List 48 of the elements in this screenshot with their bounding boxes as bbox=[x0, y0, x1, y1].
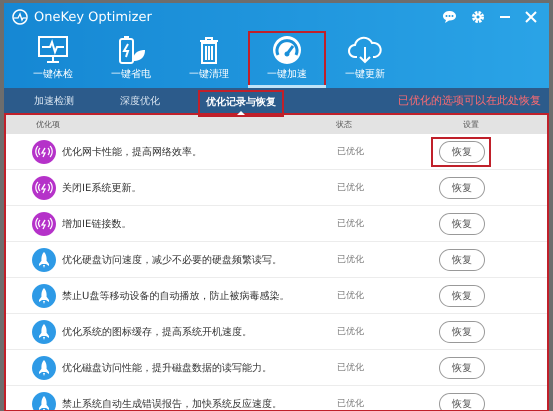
signal-bolt-icon bbox=[32, 212, 56, 236]
signal-bolt-icon bbox=[32, 140, 56, 164]
item-text: 优化磁盘访问性能，提升磁盘数据的读写能力。 bbox=[62, 362, 273, 374]
item-text: 优化系统的图标缓存，提高系统开机速度。 bbox=[62, 326, 253, 338]
status-text: 已优化 bbox=[337, 290, 365, 302]
close-icon[interactable] bbox=[525, 11, 537, 23]
status-text: 已优化 bbox=[337, 398, 365, 410]
restore-button[interactable]: 恢复 bbox=[439, 320, 485, 342]
rocket-icon bbox=[32, 248, 56, 272]
item-text: 优化硬盘访问速度，减少不必要的硬盘频繁读写。 bbox=[62, 254, 283, 266]
status-text: 已优化 bbox=[337, 218, 365, 230]
signal-bolt-icon bbox=[32, 176, 56, 200]
cloud-download-icon bbox=[347, 35, 383, 65]
rocket-icon bbox=[32, 320, 56, 344]
status-text: 已优化 bbox=[337, 326, 365, 338]
restore-button[interactable]: 恢复 bbox=[439, 392, 485, 410]
status-text: 已优化 bbox=[337, 254, 365, 266]
item-text: 增加IE链接数。 bbox=[62, 218, 132, 230]
restore-button[interactable]: 恢复 bbox=[439, 284, 485, 306]
status-text: 已优化 bbox=[337, 146, 365, 158]
toolbar-button[interactable]: 一键省电 bbox=[92, 31, 170, 88]
restore-button[interactable]: 恢复 bbox=[439, 140, 485, 162]
restore-button[interactable]: 恢复 bbox=[439, 212, 485, 234]
column-header: 优化项 bbox=[35, 119, 61, 130]
status-text: 已优化 bbox=[337, 182, 365, 194]
app-logo-icon bbox=[12, 9, 28, 25]
rocket-icon bbox=[32, 284, 56, 308]
window-title: OneKey Optimizer bbox=[34, 10, 152, 24]
annotation-text: 已优化的选项可以在此处恢复 bbox=[398, 93, 541, 108]
monitor-pulse-icon bbox=[37, 35, 69, 65]
chat-icon[interactable] bbox=[442, 10, 457, 24]
tab[interactable]: 加速检测 bbox=[26, 88, 82, 112]
speedometer-icon bbox=[271, 35, 303, 65]
restore-button[interactable]: 恢复 bbox=[439, 176, 485, 198]
tab[interactable]: 优化记录与恢复 bbox=[198, 90, 284, 117]
item-text: 禁止U盘等移动设备的自动播放，防止被病毒感染。 bbox=[62, 290, 290, 302]
item-text: 禁止系统自动生成错误报告，加快系统反应速度。 bbox=[62, 398, 283, 410]
restore-button[interactable]: 恢复 bbox=[439, 248, 485, 270]
restore-button[interactable]: 恢复 bbox=[439, 356, 485, 378]
settings-icon[interactable] bbox=[471, 10, 485, 24]
item-text: 关闭IE系统更新。 bbox=[62, 182, 142, 194]
item-text: 优化网卡性能，提高网络效率。 bbox=[62, 146, 203, 158]
toolbar-button[interactable]: 一键体检 bbox=[14, 31, 92, 88]
column-header: 设置 bbox=[462, 119, 480, 130]
status-text: 已优化 bbox=[337, 362, 365, 374]
column-header: 状态 bbox=[336, 119, 353, 130]
rocket-icon bbox=[32, 356, 56, 380]
tab[interactable]: 深度优化 bbox=[112, 88, 168, 112]
